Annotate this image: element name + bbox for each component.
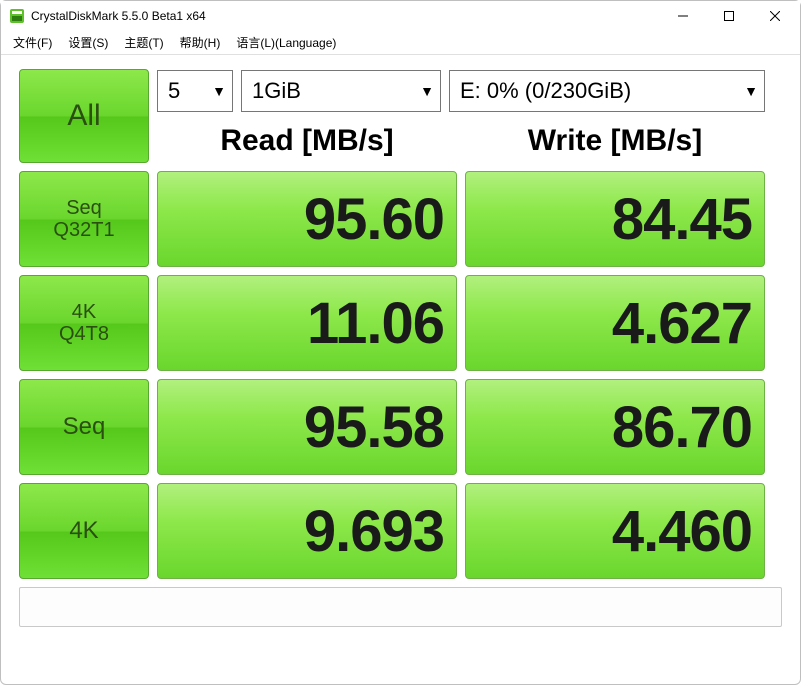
status-bar	[19, 587, 782, 627]
menu-help[interactable]: 帮助(H)	[172, 32, 229, 53]
run-4k-button[interactable]: 4K	[19, 483, 149, 579]
seq-q32t1-write-value: 84.45	[465, 171, 765, 267]
run-seq-q32t1-button[interactable]: Seq Q32T1	[19, 171, 149, 267]
read-header: Read [MB/s]	[157, 120, 457, 162]
test-size-select[interactable]: 1GiB ▼	[241, 70, 441, 112]
main-content: All 5 ▼ 1GiB ▼ E: 0% (0/230GiB) ▼ Read […	[1, 55, 800, 637]
seq-q32t1-read-value: 95.60	[157, 171, 457, 267]
test-size-value: 1GiB	[252, 78, 301, 104]
run-4k-q4t8-button[interactable]: 4K Q4T8	[19, 275, 149, 371]
chevron-down-icon: ▼	[744, 83, 758, 99]
menu-file[interactable]: 文件(F)	[5, 32, 60, 53]
run-seq-button[interactable]: Seq	[19, 379, 149, 475]
minimize-button[interactable]	[660, 1, 706, 31]
menu-language[interactable]: 语言(L)(Language)	[228, 32, 344, 53]
run-all-label: All	[67, 99, 100, 133]
maximize-button[interactable]	[706, 1, 752, 31]
close-button[interactable]	[752, 1, 798, 31]
app-icon	[9, 8, 25, 24]
seq-write-value: 86.70	[465, 379, 765, 475]
window-title: CrystalDiskMark 5.5.0 Beta1 x64	[31, 9, 660, 23]
chevron-down-icon: ▼	[212, 83, 226, 99]
drive-value: E: 0% (0/230GiB)	[460, 78, 631, 104]
drive-select[interactable]: E: 0% (0/230GiB) ▼	[449, 70, 765, 112]
test-label: Seq	[66, 197, 102, 219]
window-controls	[660, 1, 798, 31]
4k-read-value: 9.693	[157, 483, 457, 579]
test-label: 4K	[72, 301, 96, 323]
menu-settings[interactable]: 设置(S)	[60, 32, 116, 53]
menu-theme[interactable]: 主题(T)	[116, 32, 171, 53]
test-label: 4K	[69, 518, 98, 544]
menu-bar: 文件(F) 设置(S) 主题(T) 帮助(H) 语言(L)(Language)	[1, 31, 800, 55]
test-sublabel: Q4T8	[59, 323, 109, 345]
4k-q4t8-write-value: 4.627	[465, 275, 765, 371]
chevron-down-icon: ▼	[420, 83, 434, 99]
test-sublabel: Q32T1	[53, 219, 114, 241]
test-count-select[interactable]: 5 ▼	[157, 70, 233, 112]
4k-write-value: 4.460	[465, 483, 765, 579]
test-count-value: 5	[168, 78, 180, 104]
run-all-button[interactable]: All	[19, 69, 149, 163]
write-header: Write [MB/s]	[465, 120, 765, 162]
seq-read-value: 95.58	[157, 379, 457, 475]
4k-q4t8-read-value: 11.06	[157, 275, 457, 371]
test-label: Seq	[63, 414, 106, 440]
title-bar: CrystalDiskMark 5.5.0 Beta1 x64	[1, 1, 800, 31]
